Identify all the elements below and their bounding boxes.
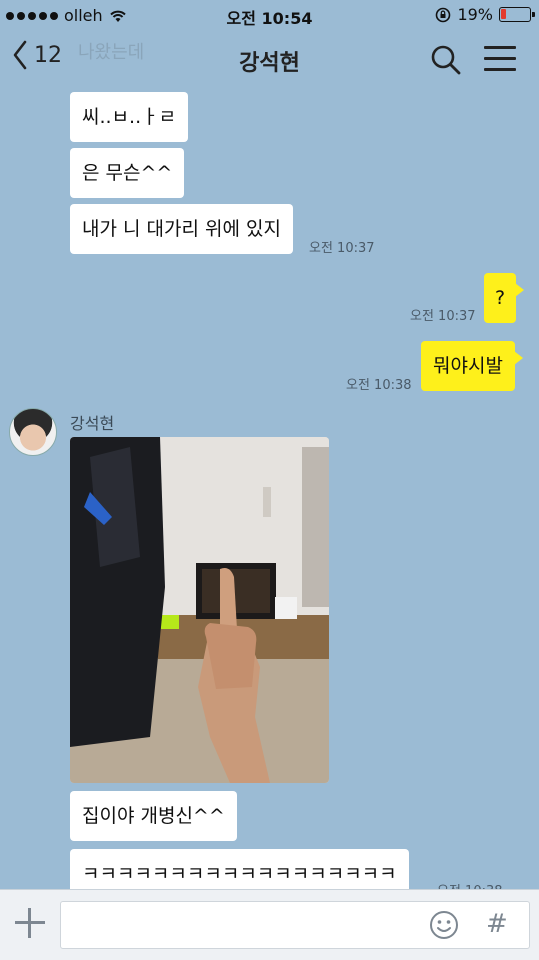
my-message-bubble[interactable]: 뭐야시발 bbox=[421, 341, 523, 391]
battery-fill bbox=[501, 9, 506, 19]
lock-rotation-icon bbox=[436, 7, 451, 22]
hash-icon[interactable]: # bbox=[486, 909, 508, 939]
message-time: 오전 10:38 bbox=[346, 378, 412, 393]
emoji-button[interactable] bbox=[429, 910, 459, 944]
message-bubble[interactable]: 씨..ㅂ..ㅏㄹ bbox=[70, 92, 189, 142]
battery-icon bbox=[499, 7, 535, 22]
sender-name: 강석현 bbox=[70, 414, 115, 433]
message-time: 오전 10:37 bbox=[309, 241, 375, 256]
message-input[interactable] bbox=[61, 902, 391, 946]
battery-percent: 19% bbox=[457, 5, 493, 24]
message-input-field: # bbox=[60, 901, 530, 949]
search-button[interactable] bbox=[430, 44, 462, 80]
previous-message-preview: 나왔는데 bbox=[78, 42, 145, 63]
menu-icon bbox=[484, 46, 516, 49]
search-icon bbox=[431, 45, 461, 75]
emoji-icon bbox=[430, 911, 458, 939]
message-time: 오전 10:37 bbox=[410, 309, 476, 324]
avatar[interactable] bbox=[9, 408, 57, 456]
input-bar: # bbox=[0, 889, 539, 960]
photo-message[interactable] bbox=[70, 437, 329, 783]
plus-icon[interactable] bbox=[13, 906, 47, 940]
status-bar: olleh 오전 10:54 19% bbox=[0, 0, 539, 30]
photo-image bbox=[70, 437, 329, 783]
menu-button[interactable] bbox=[484, 46, 516, 79]
status-right: 19% bbox=[435, 5, 535, 24]
my-message-bubble[interactable]: ? bbox=[484, 273, 525, 323]
message-bubble[interactable]: 집이야 개병신^^ bbox=[70, 791, 237, 841]
message-bubble[interactable]: 내가 니 대가리 위에 있지 bbox=[70, 204, 293, 254]
message-bubble[interactable]: 은 무슨^^ bbox=[70, 148, 185, 198]
